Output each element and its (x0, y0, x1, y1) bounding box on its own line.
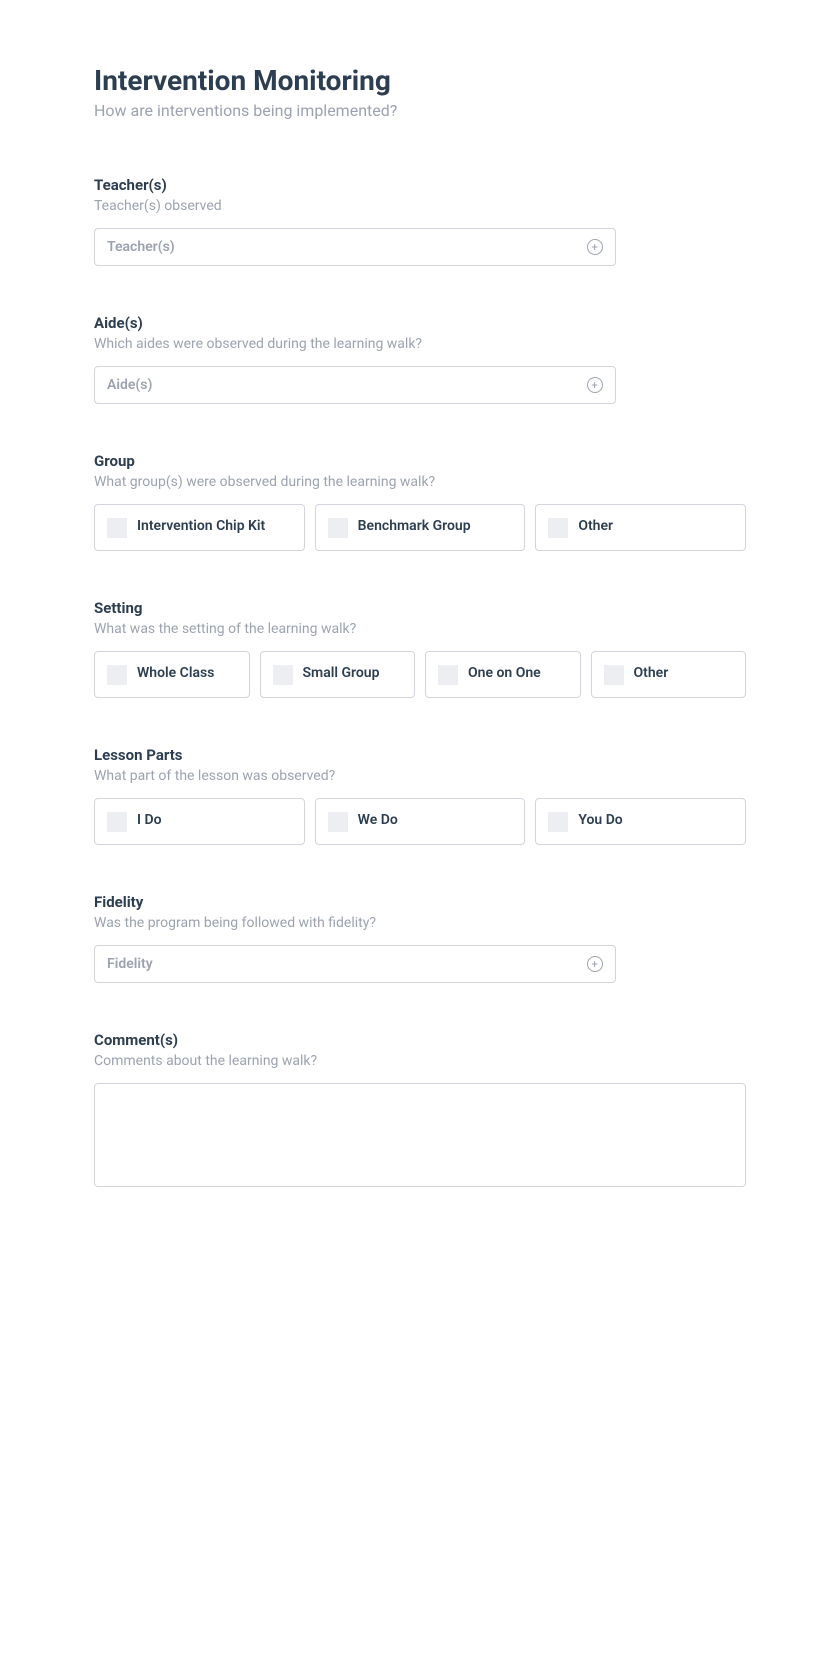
setting-section: Setting What was the setting of the lear… (94, 599, 746, 698)
setting-option-whole-class[interactable]: Whole Class (94, 651, 250, 698)
group-desc: What group(s) were observed during the l… (94, 474, 746, 490)
lesson-label: Lesson Parts (94, 746, 746, 764)
option-label: You Do (578, 811, 622, 831)
plus-icon: + (587, 377, 603, 393)
fidelity-placeholder: Fidelity (107, 956, 153, 972)
checkbox-icon (548, 812, 568, 832)
fidelity-label: Fidelity (94, 893, 746, 911)
option-label: Other (634, 664, 669, 684)
comments-textarea[interactable] (94, 1083, 746, 1187)
lesson-desc: What part of the lesson was observed? (94, 768, 746, 784)
aides-label: Aide(s) (94, 314, 746, 332)
checkbox-icon (107, 518, 127, 538)
fidelity-select[interactable]: Fidelity + (94, 945, 616, 983)
setting-option-one-on-one[interactable]: One on One (425, 651, 581, 698)
group-label: Group (94, 452, 746, 470)
teachers-section: Teacher(s) Teacher(s) observed Teacher(s… (94, 176, 746, 266)
aides-select[interactable]: Aide(s) + (94, 366, 616, 404)
group-option-other[interactable]: Other (535, 504, 746, 551)
aides-section: Aide(s) Which aides were observed during… (94, 314, 746, 404)
checkbox-icon (107, 812, 127, 832)
group-option-intervention-chip-kit[interactable]: Intervention Chip Kit (94, 504, 305, 551)
checkbox-icon (328, 812, 348, 832)
checkbox-icon (604, 665, 624, 685)
option-label: Other (578, 517, 613, 537)
option-label: One on One (468, 664, 541, 684)
option-label: We Do (358, 811, 398, 831)
page-title: Intervention Monitoring (94, 64, 746, 97)
plus-icon: + (587, 239, 603, 255)
checkbox-icon (548, 518, 568, 538)
setting-label: Setting (94, 599, 746, 617)
page-subtitle: How are interventions being implemented? (94, 101, 746, 120)
comments-section: Comment(s) Comments about the learning w… (94, 1031, 746, 1191)
checkbox-icon (107, 665, 127, 685)
lesson-option-we-do[interactable]: We Do (315, 798, 526, 845)
aides-placeholder: Aide(s) (107, 377, 152, 393)
teachers-select[interactable]: Teacher(s) + (94, 228, 616, 266)
aides-desc: Which aides were observed during the lea… (94, 336, 746, 352)
fidelity-section: Fidelity Was the program being followed … (94, 893, 746, 983)
option-label: Whole Class (137, 664, 214, 684)
option-label: I Do (137, 811, 162, 831)
setting-option-small-group[interactable]: Small Group (260, 651, 416, 698)
teachers-desc: Teacher(s) observed (94, 198, 746, 214)
checkbox-icon (328, 518, 348, 538)
checkbox-icon (273, 665, 293, 685)
group-option-benchmark-group[interactable]: Benchmark Group (315, 504, 526, 551)
lesson-option-you-do[interactable]: You Do (535, 798, 746, 845)
setting-desc: What was the setting of the learning wal… (94, 621, 746, 637)
plus-icon: + (587, 956, 603, 972)
option-label: Intervention Chip Kit (137, 517, 265, 537)
lesson-section: Lesson Parts What part of the lesson was… (94, 746, 746, 845)
comments-label: Comment(s) (94, 1031, 746, 1049)
checkbox-icon (438, 665, 458, 685)
comments-desc: Comments about the learning walk? (94, 1053, 746, 1069)
teachers-placeholder: Teacher(s) (107, 239, 175, 255)
option-label: Small Group (303, 664, 380, 684)
option-label: Benchmark Group (358, 517, 471, 537)
teachers-label: Teacher(s) (94, 176, 746, 194)
fidelity-desc: Was the program being followed with fide… (94, 915, 746, 931)
group-section: Group What group(s) were observed during… (94, 452, 746, 551)
setting-option-other[interactable]: Other (591, 651, 747, 698)
lesson-option-i-do[interactable]: I Do (94, 798, 305, 845)
